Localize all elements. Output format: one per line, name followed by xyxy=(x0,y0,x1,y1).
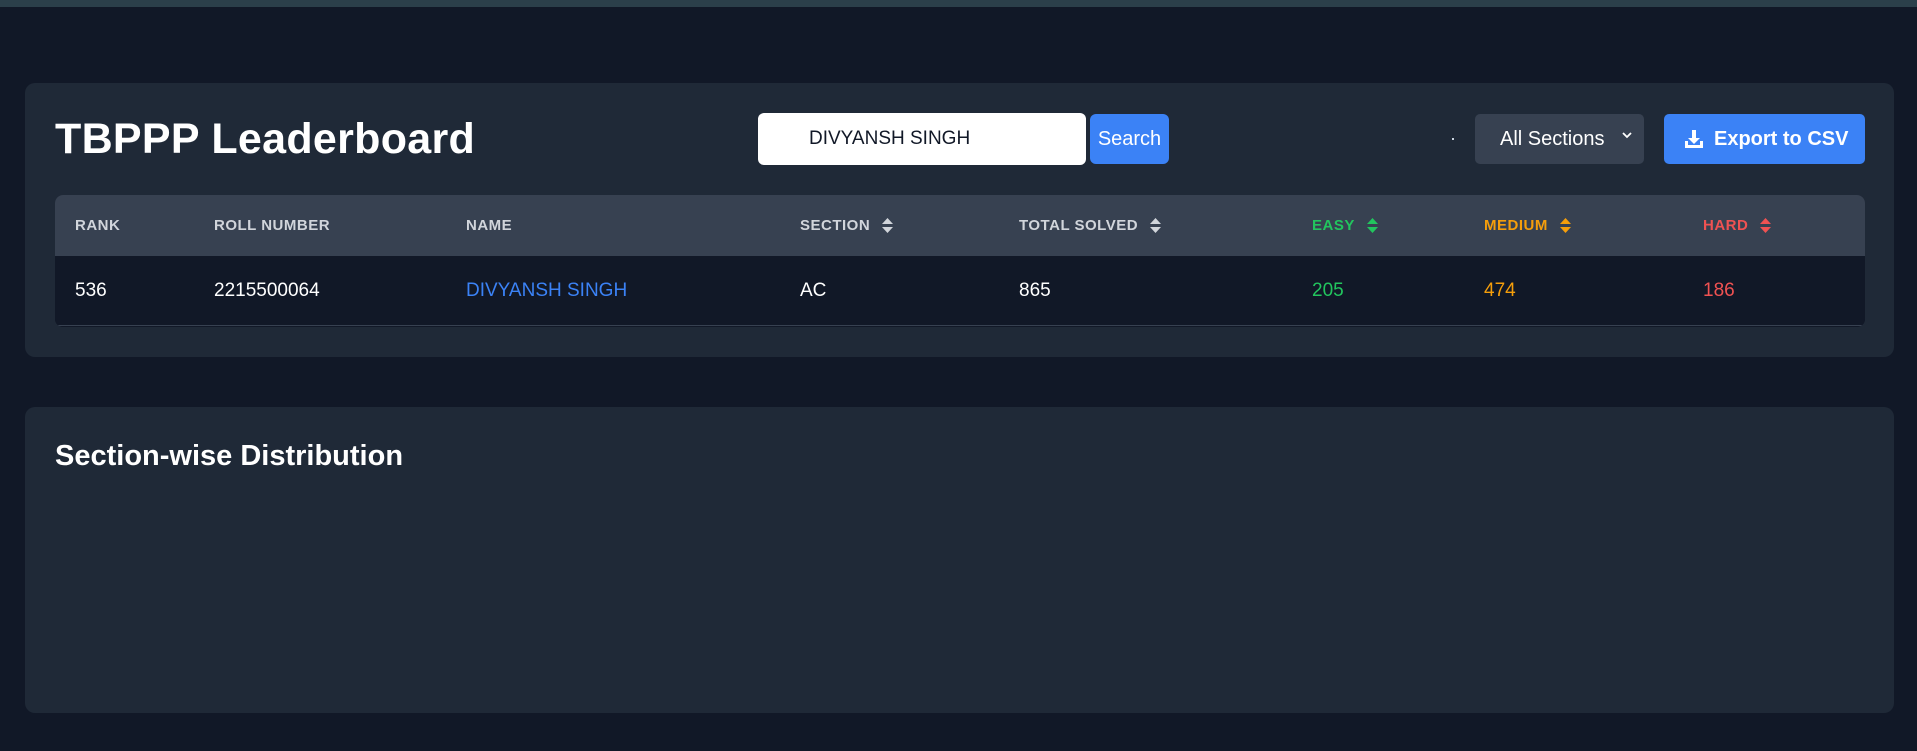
cell-total-solved: 865 xyxy=(1019,280,1051,301)
top-border-strip xyxy=(0,0,1917,7)
column-header-hard[interactable]: HARD xyxy=(1703,195,1772,256)
section-filter-value: All Sections xyxy=(1500,127,1605,150)
section-filter-select[interactable]: All Sections xyxy=(1475,114,1644,164)
column-header-easy[interactable]: EASY xyxy=(1312,195,1378,256)
cell-rank: 536 xyxy=(75,280,107,301)
cell-medium: 474 xyxy=(1484,280,1516,301)
sort-icon[interactable] xyxy=(882,218,894,233)
search-button[interactable]: Search xyxy=(1090,114,1169,164)
export-csv-label: Export to CSV xyxy=(1714,127,1849,150)
column-header-section[interactable]: SECTION xyxy=(800,195,894,256)
cell-roll-number: 2215500064 xyxy=(214,280,320,301)
cell-easy: 205 xyxy=(1312,280,1344,301)
export-csv-button[interactable]: Export to CSV xyxy=(1664,114,1865,164)
sort-icon[interactable] xyxy=(1559,218,1571,233)
separator-dot xyxy=(1452,138,1454,140)
column-header-roll-number: ROLL NUMBER xyxy=(214,217,331,234)
page-title: TBPPP Leaderboard xyxy=(55,115,476,163)
column-header-total-solved[interactable]: TOTAL SOLVED xyxy=(1019,195,1162,256)
column-header-rank: RANK xyxy=(75,217,121,234)
column-header-medium[interactable]: MEDIUM xyxy=(1484,195,1571,256)
cell-section: AC xyxy=(800,280,827,301)
table-row: 536 2215500064 DIVYANSH SINGH AC 865 205… xyxy=(55,256,1865,326)
cell-hard: 186 xyxy=(1703,280,1735,301)
sort-icon[interactable] xyxy=(1150,218,1162,233)
chevron-down-icon xyxy=(1622,132,1632,139)
sort-icon[interactable] xyxy=(1366,218,1378,233)
leaderboard-card: TBPPP Leaderboard Search All Sections Ex… xyxy=(25,83,1894,357)
cell-name-link[interactable]: DIVYANSH SINGH xyxy=(466,256,627,326)
table-header: RANK ROLL NUMBER NAME SECTION TOTAL SOLV… xyxy=(55,195,1865,256)
download-icon xyxy=(1685,130,1703,148)
sort-icon[interactable] xyxy=(1760,218,1772,233)
distribution-title: Section-wise Distribution xyxy=(55,440,404,472)
column-header-name: NAME xyxy=(466,217,513,234)
leaderboard-table: RANK ROLL NUMBER NAME SECTION TOTAL SOLV… xyxy=(55,195,1865,327)
search-input[interactable] xyxy=(758,113,1086,165)
distribution-card: Section-wise Distribution xyxy=(25,407,1894,713)
